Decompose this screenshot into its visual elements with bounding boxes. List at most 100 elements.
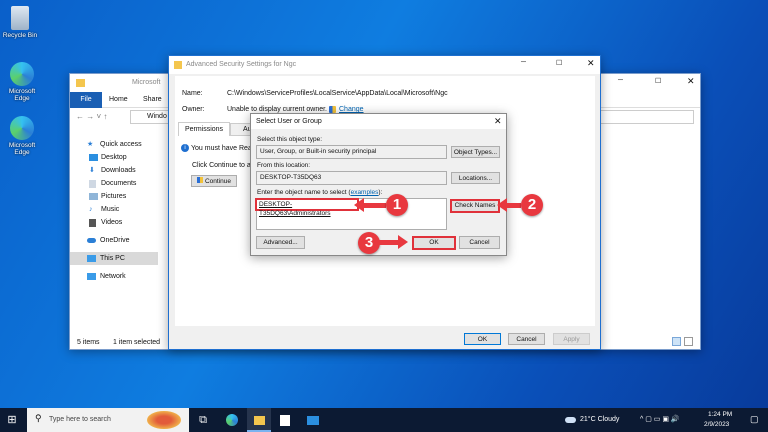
close-button[interactable]: ✕	[687, 76, 695, 87]
shield-icon	[329, 106, 336, 113]
nav-pictures[interactable]: Pictures	[70, 190, 158, 203]
adv-title: Advanced Security Settings for Ngc	[186, 61, 297, 68]
music-icon: ♪	[89, 206, 93, 213]
status-selected: 1 item selected	[113, 339, 161, 346]
cancel-button[interactable]: Cancel	[508, 333, 545, 345]
download-icon: ⬇	[89, 167, 95, 174]
step-3-arrow	[379, 240, 399, 245]
examples-link[interactable]: examples	[351, 189, 379, 196]
object-name-value[interactable]: DESKTOP-T35DQ63\Administrators	[259, 201, 331, 217]
location-field: DESKTOP-T35DQ63	[256, 171, 447, 185]
maximize-button[interactable]: ☐	[556, 59, 562, 67]
tab-home[interactable]: Home	[109, 96, 128, 103]
file-explorer-taskbar-icon[interactable]	[247, 408, 271, 432]
adv-title-bar: Advanced Security Settings for Ngc ─ ☐ ✕	[169, 56, 600, 74]
info-text: You must have Read	[191, 145, 256, 152]
locations-button[interactable]: Locations...	[451, 172, 500, 184]
store-taskbar-icon[interactable]	[273, 408, 297, 432]
notification-icon[interactable]: ▢	[750, 414, 759, 425]
close-button[interactable]: ✕	[494, 116, 502, 127]
tab-share[interactable]: Share	[143, 96, 162, 103]
weather-cloud-icon	[565, 417, 576, 423]
nav-desktop[interactable]: Desktop	[70, 151, 158, 164]
desktop-icon-recycle-bin[interactable]: Recycle Bin	[0, 6, 42, 39]
explorer-title: Microsoft	[132, 79, 161, 86]
edge-taskbar-icon[interactable]	[220, 408, 244, 432]
desktop-icon-edge-2[interactable]: Microsoft Edge	[0, 116, 44, 156]
nav-this-pc[interactable]: This PC	[70, 252, 158, 265]
advanced-button[interactable]: Advanced...	[256, 236, 305, 249]
dialog-ok-button[interactable]: OK	[412, 236, 456, 250]
large-icons-view-button[interactable]	[684, 337, 693, 346]
object-name-highlight: DESKTOP-T35DQ63\Administrators	[255, 198, 359, 217]
mail-taskbar-icon[interactable]	[301, 408, 325, 432]
step-3-arrowhead	[398, 235, 408, 249]
video-icon	[89, 219, 96, 227]
step-1-badge: 1	[386, 194, 408, 216]
details-view-button[interactable]	[672, 337, 681, 346]
apply-button[interactable]: Apply	[553, 333, 590, 345]
object-type-label: Select this object type:	[257, 136, 323, 143]
nav-downloads[interactable]: ⬇ Downloads	[70, 164, 158, 177]
location-label: From this location:	[257, 162, 311, 169]
nav-music[interactable]: ♪ Music	[70, 203, 158, 216]
info-icon: i	[181, 144, 189, 152]
object-types-button[interactable]: Object Types...	[451, 146, 500, 158]
pc-icon	[87, 255, 96, 262]
edge-icon	[10, 116, 34, 140]
maximize-button[interactable]: ☐	[655, 77, 661, 85]
minimize-button[interactable]: ─	[521, 59, 526, 66]
folder-icon	[76, 79, 85, 87]
dialog-cancel-button[interactable]: Cancel	[459, 236, 500, 249]
owner-label: Owner:	[182, 106, 205, 113]
recycle-bin-icon	[11, 6, 29, 30]
search-icon: ⚲	[35, 413, 42, 423]
nav-documents[interactable]: Documents	[70, 177, 158, 190]
tab-permissions[interactable]: Permissions	[178, 122, 230, 136]
name-label: Name:	[182, 90, 203, 97]
edge-icon	[10, 62, 34, 86]
document-icon	[89, 180, 96, 188]
check-names-button[interactable]: Check Names	[450, 199, 500, 213]
nav-videos[interactable]: Videos	[70, 216, 158, 229]
tab-file[interactable]: File	[70, 92, 102, 108]
network-icon	[87, 273, 96, 280]
start-button[interactable]: ⊞	[0, 408, 24, 432]
search-placeholder: Type here to search	[49, 416, 111, 423]
clock-date[interactable]: 2/9/2023	[704, 421, 729, 428]
status-item-count: 5 items	[77, 339, 100, 346]
minimize-button[interactable]: ─	[618, 77, 623, 84]
continue-text: Click Continue to at	[192, 162, 253, 169]
desktop-icon	[89, 154, 98, 161]
owner-value: Unable to display current owner.	[227, 106, 327, 113]
select-user-dialog: Select User or Group ✕ Select this objec…	[250, 113, 507, 256]
dialog-title: Select User or Group	[256, 118, 322, 125]
clock-time[interactable]: 1:24 PM	[708, 411, 732, 418]
dialog-title-bar: Select User or Group ✕	[251, 114, 506, 129]
task-view-icon[interactable]: ⧉	[191, 408, 215, 432]
nav-quick-access[interactable]: ★ Quick access	[70, 138, 158, 151]
step-1-arrow	[362, 203, 386, 208]
cloud-icon	[87, 238, 96, 243]
object-name-label: Enter the object name to select (example…	[257, 189, 383, 196]
step-1-arrowhead	[354, 198, 364, 212]
picture-icon	[89, 193, 98, 200]
step-3-badge: 3	[358, 232, 380, 254]
desktop-icon-edge-1[interactable]: Microsoft Edge	[0, 62, 44, 102]
nav-network[interactable]: Network	[70, 270, 158, 283]
object-type-field: User, Group, or Built-in security princi…	[256, 145, 447, 159]
search-box[interactable]: ⚲ Type here to search	[27, 408, 189, 432]
change-owner-link[interactable]: Change	[339, 106, 364, 113]
name-value: C:\Windows\ServiceProfiles\LocalService\…	[227, 90, 448, 97]
nav-buttons[interactable]: ← → ˅ ↑	[76, 112, 107, 121]
star-icon: ★	[87, 141, 94, 148]
close-button[interactable]: ✕	[587, 58, 595, 69]
nav-onedrive[interactable]: OneDrive	[70, 234, 158, 247]
taskbar: ⊞ ⚲ Type here to search ⧉ 21°C Cloudy ^ …	[0, 408, 768, 432]
ok-button[interactable]: OK	[464, 333, 501, 345]
continue-button[interactable]: Continue	[191, 175, 237, 187]
step-2-arrow	[505, 203, 521, 208]
pizza-icon	[147, 411, 181, 429]
system-tray-icons[interactable]: ^ ▢ ▭ ▣ 🔊	[640, 415, 680, 423]
weather-text[interactable]: 21°C Cloudy	[580, 416, 619, 423]
